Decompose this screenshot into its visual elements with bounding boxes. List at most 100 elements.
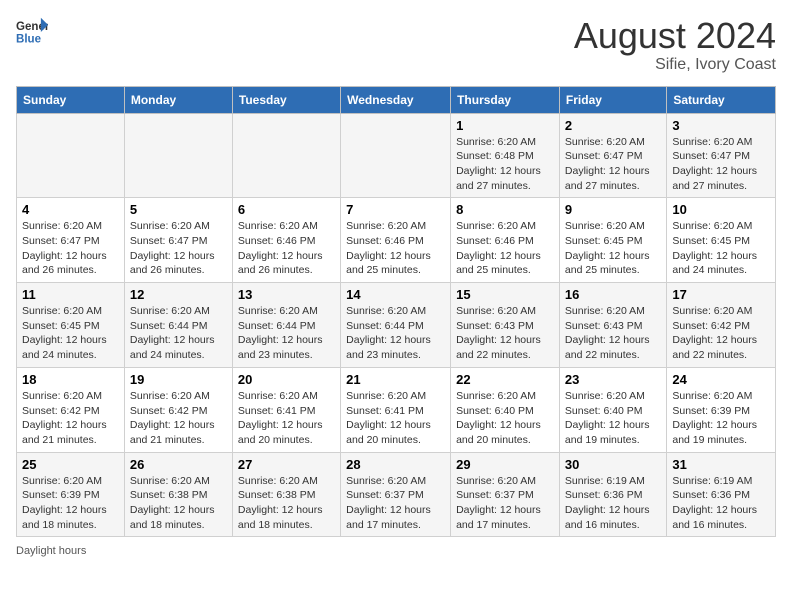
calendar-cell: 13 Sunrise: 6:20 AM Sunset: 6:44 PM Dayli… — [232, 283, 340, 368]
day-number: 2 — [565, 118, 661, 133]
day-number: 29 — [456, 457, 554, 472]
calendar-cell: 16 Sunrise: 6:20 AM Sunset: 6:43 PM Dayli… — [559, 283, 666, 368]
day-number: 22 — [456, 372, 554, 387]
day-number: 10 — [672, 202, 770, 217]
col-header-sunday: Sunday — [17, 86, 125, 113]
day-info: Sunrise: 6:20 AM Sunset: 6:42 PM Dayligh… — [22, 389, 119, 448]
day-info: Sunrise: 6:20 AM Sunset: 6:47 PM Dayligh… — [130, 219, 227, 278]
calendar-cell: 3 Sunrise: 6:20 AM Sunset: 6:47 PM Daylig… — [667, 113, 776, 198]
col-header-friday: Friday — [559, 86, 666, 113]
calendar-cell: 20 Sunrise: 6:20 AM Sunset: 6:41 PM Dayli… — [232, 367, 340, 452]
day-info: Sunrise: 6:20 AM Sunset: 6:38 PM Dayligh… — [130, 474, 227, 533]
day-number: 15 — [456, 287, 554, 302]
calendar-cell: 8 Sunrise: 6:20 AM Sunset: 6:46 PM Daylig… — [451, 198, 560, 283]
day-number: 3 — [672, 118, 770, 133]
day-info: Sunrise: 6:20 AM Sunset: 6:45 PM Dayligh… — [672, 219, 770, 278]
calendar-cell: 9 Sunrise: 6:20 AM Sunset: 6:45 PM Daylig… — [559, 198, 666, 283]
day-info: Sunrise: 6:20 AM Sunset: 6:43 PM Dayligh… — [456, 304, 554, 363]
calendar-cell: 5 Sunrise: 6:20 AM Sunset: 6:47 PM Daylig… — [124, 198, 232, 283]
day-info: Sunrise: 6:20 AM Sunset: 6:37 PM Dayligh… — [456, 474, 554, 533]
day-number: 14 — [346, 287, 445, 302]
day-info: Sunrise: 6:19 AM Sunset: 6:36 PM Dayligh… — [672, 474, 770, 533]
day-number: 9 — [565, 202, 661, 217]
daylight-label: Daylight hours — [16, 545, 86, 557]
day-number: 8 — [456, 202, 554, 217]
calendar-week-3: 11 Sunrise: 6:20 AM Sunset: 6:45 PM Dayli… — [17, 283, 776, 368]
calendar-cell: 6 Sunrise: 6:20 AM Sunset: 6:46 PM Daylig… — [232, 198, 340, 283]
day-info: Sunrise: 6:20 AM Sunset: 6:46 PM Dayligh… — [346, 219, 445, 278]
calendar-cell: 26 Sunrise: 6:20 AM Sunset: 6:38 PM Dayli… — [124, 452, 232, 537]
title-block: August 2024 Sifie, Ivory Coast — [574, 16, 776, 74]
day-number: 13 — [238, 287, 335, 302]
calendar-cell: 1Sunrise: 6:20 AM Sunset: 6:48 PM Daylig… — [451, 113, 560, 198]
day-number: 26 — [130, 457, 227, 472]
day-info: Sunrise: 6:20 AM Sunset: 6:41 PM Dayligh… — [346, 389, 445, 448]
day-info: Sunrise: 6:20 AM Sunset: 6:41 PM Dayligh… — [238, 389, 335, 448]
footer: Daylight hours — [16, 545, 776, 557]
day-number: 17 — [672, 287, 770, 302]
day-number: 16 — [565, 287, 661, 302]
day-number: 6 — [238, 202, 335, 217]
svg-text:Blue: Blue — [16, 34, 42, 46]
calendar-cell: 11 Sunrise: 6:20 AM Sunset: 6:45 PM Dayli… — [17, 283, 125, 368]
day-number: 11 — [22, 287, 119, 302]
day-info: Sunrise: 6:19 AM Sunset: 6:36 PM Dayligh… — [565, 474, 661, 533]
main-title: August 2024 — [574, 16, 776, 56]
logo-icon: General Blue — [16, 16, 48, 48]
calendar-cell: 28Sunrise: 6:20 AM Sunset: 6:37 PM Dayli… — [341, 452, 451, 537]
calendar-week-4: 18 Sunrise: 6:20 AM Sunset: 6:42 PM Dayli… — [17, 367, 776, 452]
day-number: 24 — [672, 372, 770, 387]
page-header: General Blue August 2024 Sifie, Ivory Co… — [16, 16, 776, 74]
day-info: Sunrise: 6:20 AM Sunset: 6:47 PM Dayligh… — [565, 135, 661, 194]
subtitle: Sifie, Ivory Coast — [574, 56, 776, 74]
calendar-cell — [17, 113, 125, 198]
logo: General Blue — [16, 16, 48, 48]
col-header-tuesday: Tuesday — [232, 86, 340, 113]
day-info: Sunrise: 6:20 AM Sunset: 6:45 PM Dayligh… — [22, 304, 119, 363]
day-info: Sunrise: 6:20 AM Sunset: 6:43 PM Dayligh… — [565, 304, 661, 363]
day-info: Sunrise: 6:20 AM Sunset: 6:47 PM Dayligh… — [672, 135, 770, 194]
col-header-monday: Monday — [124, 86, 232, 113]
day-info: Sunrise: 6:20 AM Sunset: 6:46 PM Dayligh… — [456, 219, 554, 278]
calendar-cell: 15 Sunrise: 6:20 AM Sunset: 6:43 PM Dayli… — [451, 283, 560, 368]
calendar-cell: 30 Sunrise: 6:19 AM Sunset: 6:36 PM Dayli… — [559, 452, 666, 537]
day-number: 30 — [565, 457, 661, 472]
calendar-cell: 12Sunrise: 6:20 AM Sunset: 6:44 PM Dayli… — [124, 283, 232, 368]
day-number: 18 — [22, 372, 119, 387]
calendar-table: SundayMondayTuesdayWednesdayThursdayFrid… — [16, 86, 776, 538]
calendar-cell — [124, 113, 232, 198]
day-info: Sunrise: 6:20 AM Sunset: 6:46 PM Dayligh… — [238, 219, 335, 278]
calendar-cell: 10 Sunrise: 6:20 AM Sunset: 6:45 PM Dayli… — [667, 198, 776, 283]
calendar-cell — [232, 113, 340, 198]
calendar-cell — [341, 113, 451, 198]
day-number: 5 — [130, 202, 227, 217]
calendar-cell: 18 Sunrise: 6:20 AM Sunset: 6:42 PM Dayli… — [17, 367, 125, 452]
calendar-cell: 2 Sunrise: 6:20 AM Sunset: 6:47 PM Daylig… — [559, 113, 666, 198]
day-number: 21 — [346, 372, 445, 387]
day-number: 19 — [130, 372, 227, 387]
day-info: Sunrise: 6:20 AM Sunset: 6:40 PM Dayligh… — [565, 389, 661, 448]
day-info: Sunrise: 6:20 AM Sunset: 6:44 PM Dayligh… — [346, 304, 445, 363]
day-info: Sunrise: 6:20 AM Sunset: 6:42 PM Dayligh… — [672, 304, 770, 363]
day-info: Sunrise: 6:20 AM Sunset: 6:45 PM Dayligh… — [565, 219, 661, 278]
day-number: 25 — [22, 457, 119, 472]
day-number: 4 — [22, 202, 119, 217]
calendar-cell: 17 Sunrise: 6:20 AM Sunset: 6:42 PM Dayli… — [667, 283, 776, 368]
calendar-cell: 22 Sunrise: 6:20 AM Sunset: 6:40 PM Dayli… — [451, 367, 560, 452]
day-number: 27 — [238, 457, 335, 472]
calendar-cell: 21 Sunrise: 6:20 AM Sunset: 6:41 PM Dayli… — [341, 367, 451, 452]
day-info: Sunrise: 6:20 AM Sunset: 6:44 PM Dayligh… — [130, 304, 227, 363]
day-number: 7 — [346, 202, 445, 217]
day-info: Sunrise: 6:20 AM Sunset: 6:38 PM Dayligh… — [238, 474, 335, 533]
day-info: Sunrise: 6:20 AM Sunset: 6:44 PM Dayligh… — [238, 304, 335, 363]
calendar-cell: 31Sunrise: 6:19 AM Sunset: 6:36 PM Dayli… — [667, 452, 776, 537]
calendar-cell: 7 Sunrise: 6:20 AM Sunset: 6:46 PM Daylig… — [341, 198, 451, 283]
day-info: Sunrise: 6:20 AM Sunset: 6:40 PM Dayligh… — [456, 389, 554, 448]
day-number: 20 — [238, 372, 335, 387]
day-number: 28 — [346, 457, 445, 472]
day-info: Sunrise: 6:20 AM Sunset: 6:47 PM Dayligh… — [22, 219, 119, 278]
calendar-header-row: SundayMondayTuesdayWednesdayThursdayFrid… — [17, 86, 776, 113]
day-number: 23 — [565, 372, 661, 387]
col-header-wednesday: Wednesday — [341, 86, 451, 113]
day-info: Sunrise: 6:20 AM Sunset: 6:42 PM Dayligh… — [130, 389, 227, 448]
